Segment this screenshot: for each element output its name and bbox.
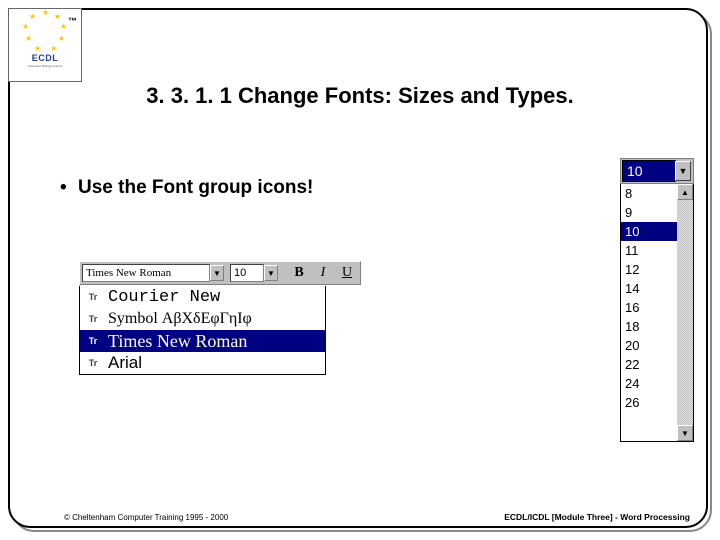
slide-title: 3. 3. 1. 1 Change Fonts: Sizes and Types… — [0, 83, 720, 109]
ecdl-logo: ★ ★ ★ ★ ★ ★ ★ ★ ★ ECDL Computer Driving … — [8, 8, 82, 82]
font-toolbar: Times New Roman ▼ 10 ▼ B I U — [79, 261, 361, 285]
size-current[interactable]: 10 — [623, 161, 675, 181]
size-dropdown-icon[interactable]: ▼ — [675, 161, 691, 181]
footer-copyright: © Cheltenham Computer Training 1995 - 20… — [64, 513, 228, 522]
font-option-times[interactable]: Tr Times New Roman — [80, 330, 325, 352]
logo-subtext: Computer Driving Licence — [28, 65, 63, 68]
size-option[interactable]: 26 — [621, 393, 677, 412]
bold-button[interactable]: B — [288, 263, 310, 283]
size-option[interactable]: 8 — [621, 184, 677, 203]
scroll-down-icon[interactable]: ▼ — [677, 425, 693, 441]
size-option[interactable]: 20 — [621, 336, 677, 355]
footer-module: ECDL/ICDL [Module Three] - Word Processi… — [504, 512, 690, 522]
size-option[interactable]: 12 — [621, 260, 677, 279]
font-option-courier[interactable]: Tr Courier New — [80, 286, 325, 308]
truetype-icon: Tr — [84, 312, 102, 326]
scroll-up-icon[interactable]: ▲ — [677, 184, 693, 200]
font-size-dropdown: 10 ▼ 8 9 10 11 12 14 16 18 20 22 24 26 ▲… — [620, 158, 694, 442]
font-combo-value: Times New Roman — [86, 267, 171, 279]
size-option[interactable]: 9 — [621, 203, 677, 222]
bullet-text: Use the Font group icons! — [78, 177, 313, 199]
scrollbar[interactable]: ▲ ▼ — [677, 184, 693, 441]
font-size-combo[interactable]: 10 — [230, 264, 264, 282]
italic-button[interactable]: I — [312, 263, 334, 283]
font-name-combo[interactable]: Times New Roman — [82, 264, 210, 282]
size-option[interactable]: 10 — [621, 222, 677, 241]
underline-button[interactable]: U — [336, 263, 358, 283]
scroll-track[interactable] — [677, 200, 693, 425]
truetype-icon: Tr — [84, 334, 102, 348]
size-option[interactable]: 22 — [621, 355, 677, 374]
size-combo-value: 10 — [234, 267, 246, 279]
trademark-icon: ™ — [68, 16, 77, 26]
font-option-symbol[interactable]: Tr Symbol ΑβΧδΕφΓηΙφ — [80, 308, 325, 330]
size-option[interactable]: 18 — [621, 317, 677, 336]
font-combo-dropdown-icon[interactable]: ▼ — [210, 265, 224, 281]
size-list[interactable]: 8 9 10 11 12 14 16 18 20 22 24 26 — [621, 184, 677, 441]
truetype-icon: Tr — [84, 356, 102, 370]
size-option[interactable]: 24 — [621, 374, 677, 393]
truetype-icon: Tr — [84, 290, 102, 304]
size-option[interactable]: 14 — [621, 279, 677, 298]
size-option[interactable]: 11 — [621, 241, 677, 260]
size-combo-dropdown-icon[interactable]: ▼ — [264, 265, 278, 281]
size-option[interactable]: 16 — [621, 298, 677, 317]
font-option-arial[interactable]: Tr Arial — [80, 352, 325, 374]
font-list-dropdown[interactable]: Tr Courier New Tr Symbol ΑβΧδΕφΓηΙφ Tr T… — [79, 286, 326, 375]
